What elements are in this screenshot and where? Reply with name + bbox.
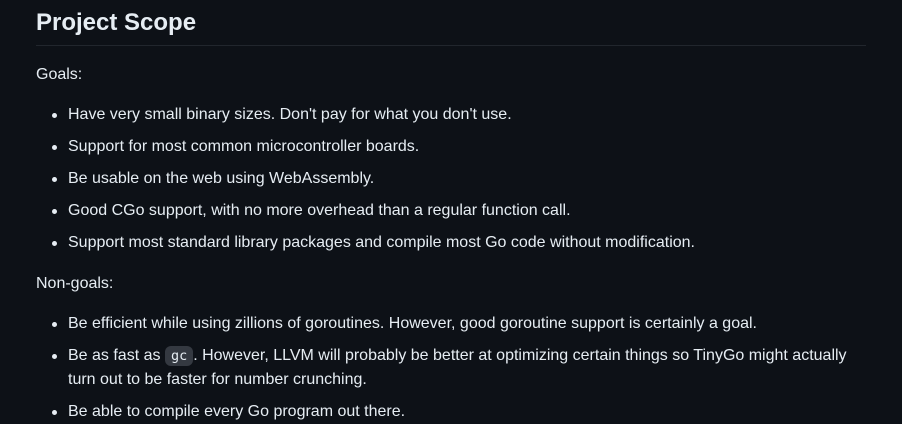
goal-item: Be usable on the web using WebAssembly. xyxy=(52,167,866,191)
goal-item: Have very small binary sizes. Don't pay … xyxy=(52,103,866,127)
nongoals-label: Non-goals: xyxy=(36,275,114,292)
nongoal-item: Be as fast as gc. However, LLVM will pro… xyxy=(52,344,866,392)
goals-list: Have very small binary sizes. Don't pay … xyxy=(36,103,866,255)
nongoal-text: Be as fast as xyxy=(68,347,165,364)
nongoal-item: Be able to compile every Go program out … xyxy=(52,400,866,424)
inline-code: gc xyxy=(164,346,194,366)
goal-item: Support for most common microcontroller … xyxy=(52,135,866,159)
goals-label: Goals: xyxy=(36,66,83,83)
goal-item: Support most standard library packages a… xyxy=(52,231,866,255)
nongoals-list: Be efficient while using zillions of gor… xyxy=(36,312,866,424)
nongoal-item: Be efficient while using zillions of gor… xyxy=(52,312,866,336)
section-heading: Project Scope xyxy=(36,0,866,46)
goal-item: Good CGo support, with no more overhead … xyxy=(52,199,866,223)
readme-content: Project Scope Goals: Have very small bin… xyxy=(36,0,866,424)
